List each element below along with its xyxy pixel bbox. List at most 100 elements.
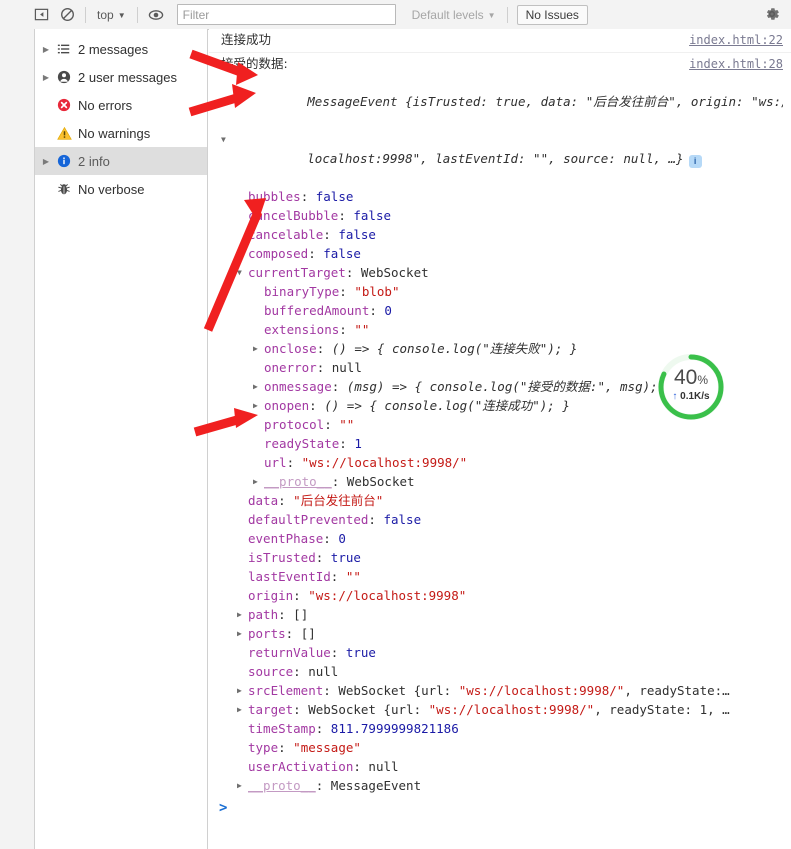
property-separator: : xyxy=(300,189,316,204)
property-value: null xyxy=(368,759,399,774)
chevron-right-icon[interactable]: ▶ xyxy=(237,605,248,624)
object-property-row[interactable]: ▶cancelable: false xyxy=(221,225,783,244)
property-key: composed xyxy=(248,246,309,261)
source-link[interactable]: index.html:28 xyxy=(689,55,783,74)
console-prompt[interactable]: > xyxy=(209,795,791,818)
object-property-row[interactable]: ▶extensions: "" xyxy=(221,320,783,339)
property-key: ports xyxy=(248,626,286,641)
sidebar-item-warnings[interactable]: ▶ No warnings xyxy=(35,119,207,147)
sidebar-item-label: No errors xyxy=(78,97,133,113)
issues-button[interactable]: No Issues xyxy=(516,4,588,25)
object-property-tree: ▶bubbles: false▶cancelBubble: false▶canc… xyxy=(209,187,791,795)
object-property-row[interactable]: ▶data: "后台发往前台" xyxy=(221,491,783,510)
sidebar-item-verbose[interactable]: ▶ No verbose xyxy=(35,175,207,203)
clear-console-icon[interactable] xyxy=(54,4,80,26)
chevron-right-icon[interactable]: ▶ xyxy=(39,45,53,54)
list-icon xyxy=(53,42,75,56)
chevron-right-icon[interactable]: ▶ xyxy=(237,776,248,795)
gear-icon[interactable] xyxy=(763,5,783,25)
chevron-right-icon[interactable]: ▶ xyxy=(253,377,264,396)
console-output[interactable]: 连接成功 index.html:22 接受的数据: index.html:28 … xyxy=(209,29,791,849)
object-property-row[interactable]: ▶type: "message" xyxy=(221,738,783,757)
property-value: () => { console.log("连接失败"); } xyxy=(331,341,578,356)
sidebar-item-user-messages[interactable]: ▶ 2 user messages xyxy=(35,63,207,91)
property-key: currentTarget xyxy=(248,265,346,280)
panel-toggle-icon[interactable] xyxy=(28,4,54,26)
property-value: 0 xyxy=(338,531,346,546)
sidebar-item-info[interactable]: ▶ 2 info xyxy=(35,147,207,175)
chevron-down-icon[interactable]: ▼ xyxy=(237,263,248,282)
preview-seg: , source: xyxy=(548,151,624,166)
object-property-row[interactable]: ▶bubbles: false xyxy=(221,187,783,206)
chevron-right-icon[interactable]: ▶ xyxy=(39,157,53,166)
property-separator: : xyxy=(293,664,309,679)
object-property-row[interactable]: ▶binaryType: "blob" xyxy=(221,282,783,301)
object-property-row[interactable]: ▶origin: "ws://localhost:9998" xyxy=(221,586,783,605)
object-property-row[interactable]: ▶onerror: null xyxy=(221,358,783,377)
console-message-text: 接受的数据: xyxy=(221,56,288,71)
property-separator: : xyxy=(323,683,339,698)
property-value: false xyxy=(353,208,392,223)
chevron-right-icon[interactable]: ▶ xyxy=(39,73,53,82)
property-key: data xyxy=(248,493,279,508)
sidebar-item-messages[interactable]: ▶ 2 messages xyxy=(35,35,207,63)
object-property-row[interactable]: ▶defaultPrevented: false xyxy=(221,510,783,529)
prompt-caret-icon: > xyxy=(219,800,228,816)
sidebar-item-label: No warnings xyxy=(78,125,151,141)
object-property-row[interactable]: ▶isTrusted: true xyxy=(221,548,783,567)
chevron-right-icon[interactable]: ▶ xyxy=(253,472,264,491)
object-property-row[interactable]: ▶ target: WebSocket {url: "ws://localhost… xyxy=(221,700,783,719)
object-property-row[interactable]: ▶ onmessage: (msg) => { console.log("接受的数… xyxy=(221,377,783,396)
property-value: 811.7999999821186 xyxy=(330,721,459,736)
console-message[interactable]: 接受的数据: index.html:28 xyxy=(209,53,791,73)
object-property-row[interactable]: ▶composed: false xyxy=(221,244,783,263)
console-message[interactable]: 连接成功 index.html:22 xyxy=(209,29,791,53)
search-input[interactable] xyxy=(176,4,396,25)
chevron-right-icon[interactable]: ▶ xyxy=(253,339,264,358)
object-property-row[interactable]: ▶lastEventId: "" xyxy=(221,567,783,586)
object-property-row[interactable]: ▶url: "ws://localhost:9998/" xyxy=(221,453,783,472)
console-message-text: 连接成功 xyxy=(221,32,272,47)
sidebar-item-errors[interactable]: ▶ No errors xyxy=(35,91,207,119)
object-property-row[interactable]: ▶ ports: [] xyxy=(221,624,783,643)
property-separator: : xyxy=(323,227,339,242)
info-icon xyxy=(53,154,75,168)
object-property-row[interactable]: ▶protocol: "" xyxy=(221,415,783,434)
chevron-right-icon[interactable]: ▶ xyxy=(237,681,248,700)
preview-seg: , data: xyxy=(525,94,586,109)
property-key: __proto__ xyxy=(248,778,316,793)
object-property-row[interactable]: ▶ srcElement: WebSocket {url: "ws://local… xyxy=(221,681,783,700)
eye-icon[interactable] xyxy=(143,4,169,26)
property-key: readyState xyxy=(264,436,340,451)
object-property-row[interactable]: ▶ __proto__: WebSocket xyxy=(221,472,783,491)
chevron-right-icon[interactable]: ▶ xyxy=(237,700,248,719)
object-property-row[interactable]: ▶timeStamp: 811.7999999821186 xyxy=(221,719,783,738)
object-property-row[interactable]: ▶source: null xyxy=(221,662,783,681)
chevron-right-icon[interactable]: ▶ xyxy=(237,624,248,643)
object-property-row[interactable]: ▶returnValue: true xyxy=(221,643,783,662)
object-property-row[interactable]: ▼ currentTarget: WebSocket xyxy=(221,263,783,282)
chevron-right-icon[interactable]: ▶ xyxy=(253,396,264,415)
info-badge-icon[interactable]: i xyxy=(688,155,702,168)
object-property-row[interactable]: ▶ onopen: () => { console.log("连接成功"); } xyxy=(221,396,783,415)
property-value: WebSocket {url: xyxy=(338,683,459,698)
object-property-row[interactable]: ▶readyState: 1 xyxy=(221,434,783,453)
property-separator: : xyxy=(345,265,361,280)
object-property-row[interactable]: ▶eventPhase: 0 xyxy=(221,529,783,548)
log-levels-selector[interactable]: Default levels ▼ xyxy=(406,6,502,24)
object-property-row[interactable]: ▶ path: [] xyxy=(221,605,783,624)
property-value: [] xyxy=(293,607,309,622)
context-selector[interactable]: top ▼ xyxy=(91,6,132,24)
property-separator: : xyxy=(285,626,301,641)
property-key: protocol xyxy=(264,417,325,432)
source-link[interactable]: index.html:22 xyxy=(689,31,783,50)
object-preview-header[interactable]: MessageEvent {isTrusted: true, data: "后台… xyxy=(209,73,791,187)
object-property-row[interactable]: ▶userActivation: null xyxy=(221,757,783,776)
object-property-row[interactable]: ▶ onclose: () => { console.log("连接失败"); } xyxy=(221,339,783,358)
object-property-row[interactable]: ▶ __proto__: MessageEvent xyxy=(221,776,783,795)
object-property-row[interactable]: ▶cancelBubble: false xyxy=(221,206,783,225)
object-property-row[interactable]: ▶bufferedAmount: 0 xyxy=(221,301,783,320)
property-value: "" xyxy=(345,569,361,584)
object-expander[interactable]: ▼ xyxy=(221,130,232,149)
property-separator: : xyxy=(278,740,294,755)
